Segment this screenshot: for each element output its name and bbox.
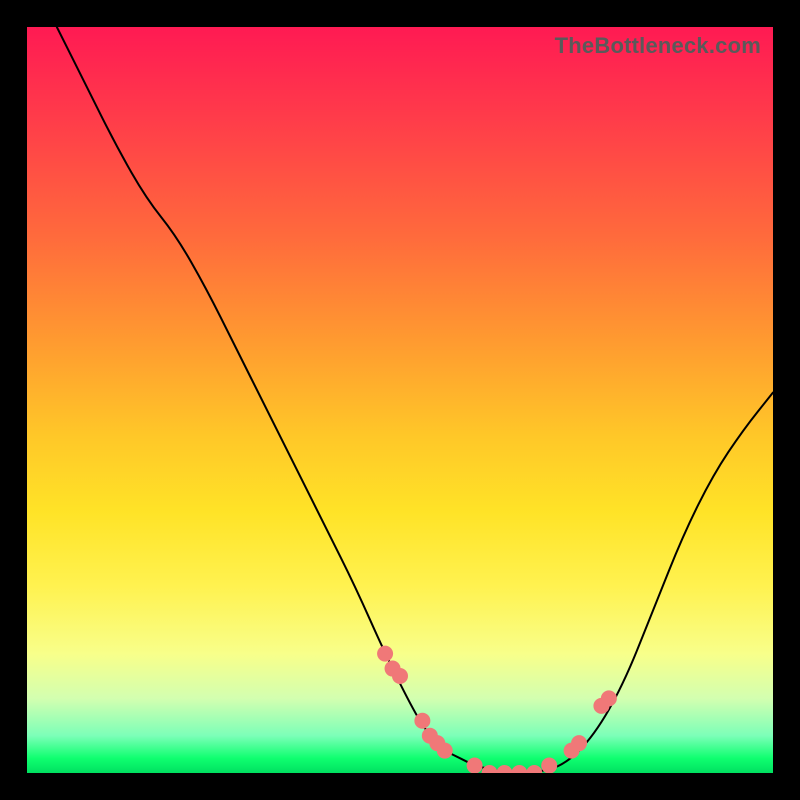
highlight-dot — [526, 765, 542, 773]
highlight-dot — [571, 735, 587, 751]
bottleneck-curve-line — [57, 27, 773, 773]
plot-area: TheBottleneck.com — [27, 27, 773, 773]
highlight-dot — [467, 758, 483, 773]
highlight-dot — [377, 646, 393, 662]
highlight-dot — [601, 690, 617, 706]
highlight-dot — [482, 765, 498, 773]
bottleneck-chart — [27, 27, 773, 773]
highlight-dot — [392, 668, 408, 684]
highlight-dot — [414, 713, 430, 729]
outer-frame: TheBottleneck.com — [0, 0, 800, 800]
highlight-dot — [541, 758, 557, 773]
highlight-dot — [496, 765, 512, 773]
highlight-dot — [437, 743, 453, 759]
highlight-dot — [511, 765, 527, 773]
